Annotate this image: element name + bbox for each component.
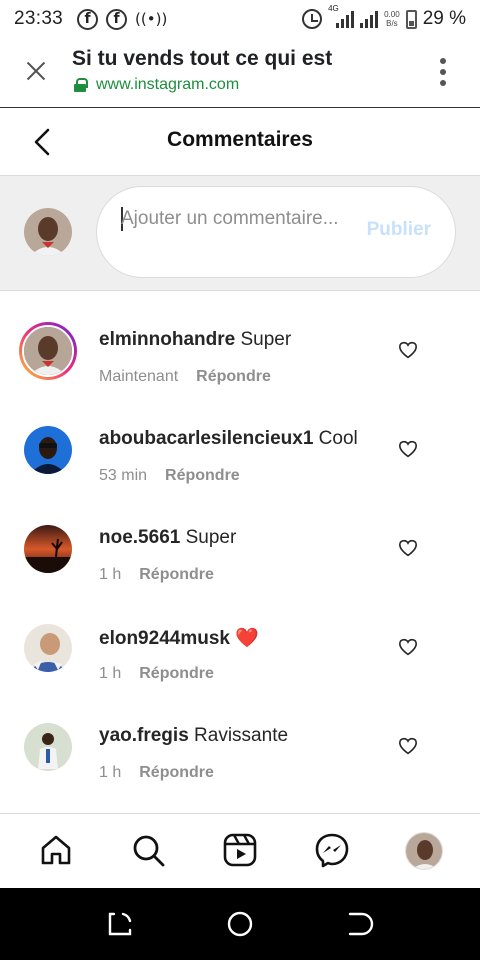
comment-meta: 1 h Répondre [99, 764, 214, 782]
comment-meta: Maintenant Répondre [99, 368, 271, 386]
comment-text: noe.5661 Super [99, 527, 236, 549]
close-icon[interactable] [24, 59, 48, 83]
messenger-icon[interactable] [314, 832, 350, 868]
comment-avatar[interactable] [24, 426, 72, 474]
comment-text: elminnohandre Super [99, 329, 291, 351]
comment-meta: 1 h Répondre [99, 566, 214, 584]
comment-body: Super [240, 329, 292, 350]
facebook-notification-icon: f [106, 8, 128, 30]
home-circle-icon[interactable] [226, 910, 254, 938]
comment-time: 1 h [99, 665, 122, 682]
comment-body: Super [185, 527, 237, 548]
like-heart-icon[interactable] [398, 539, 418, 557]
network-type: 4G [328, 4, 339, 13]
browser-toolbar: Si tu vends tout ce qui est www.instagra… [0, 38, 480, 108]
comment-username[interactable]: aboubacarlesilencieux1 [99, 428, 313, 449]
profile-avatar[interactable] [405, 832, 443, 870]
signal-4g-icon: 4G [328, 4, 355, 28]
comment-item: aboubacarlesilencieux1 Cool 53 min Répond… [0, 391, 480, 490]
broadcast-icon: ((•)) [135, 10, 168, 28]
comment-input[interactable]: Ajouter un commentaire... Publier [96, 186, 456, 278]
comment-username[interactable]: elminnohandre [99, 329, 235, 350]
reels-icon[interactable] [222, 832, 258, 868]
comment-composer: Ajouter un commentaire... Publier [0, 176, 480, 291]
like-heart-icon[interactable] [398, 737, 418, 755]
comment-body: ❤️ [235, 628, 259, 649]
page-title: Si tu vends tout ce qui est [72, 47, 333, 70]
comment-item: elminnohandre Super Maintenant Répondre [0, 292, 480, 391]
signal-icon [360, 10, 379, 28]
lock-icon [74, 78, 88, 92]
comment-placeholder: Ajouter un commentaire... [121, 208, 339, 229]
reply-button[interactable]: Répondre [165, 467, 240, 485]
comment-time: Maintenant [99, 368, 179, 385]
status-time: 23:33 [14, 8, 64, 29]
system-icons: 4G 0.00 B/s 29 % [302, 4, 466, 30]
status-bar: 23:33 f f ((•)) 4G 0.00 B/s 29 % [0, 0, 480, 38]
comment-username[interactable]: yao.fregis [99, 725, 189, 746]
comment-time: 1 h [99, 764, 122, 781]
man-standing-avatar-icon [24, 723, 72, 771]
comment-body: Cool [318, 428, 358, 449]
sunset-tree-avatar-icon [24, 525, 72, 573]
home-icon[interactable] [38, 832, 74, 868]
speed-value: 0.00 [384, 10, 400, 19]
publish-button[interactable]: Publier [367, 219, 431, 241]
url-text: www.instagram.com [96, 76, 240, 93]
more-options-icon[interactable] [440, 58, 446, 86]
reply-button[interactable]: Répondre [139, 665, 214, 683]
man-selfie-avatar-icon [24, 624, 72, 672]
back-system-icon[interactable] [346, 910, 374, 938]
comment-username[interactable]: elon9244musk [99, 628, 230, 649]
comment-item: elon9244musk ❤️ 1 h Répondre [0, 589, 480, 688]
battery-icon [405, 9, 417, 29]
comment-avatar[interactable] [24, 624, 72, 672]
comment-text: elon9244musk ❤️ [99, 626, 259, 650]
notification-icons: f f ((•)) [77, 8, 168, 30]
comment-time: 53 min [99, 467, 148, 484]
comment-text: yao.fregis Ravissante [99, 725, 288, 747]
comment-item: yao.fregis Ravissante 1 h Répondre [0, 688, 480, 787]
comment-meta: 1 h Répondre [99, 665, 214, 683]
battery-level: 29 % [422, 8, 466, 29]
comment-meta: 53 min Répondre [99, 467, 240, 485]
facebook-notification-icon: f [77, 8, 99, 30]
speed-unit: B/s [386, 19, 398, 28]
current-user-avatar [24, 208, 72, 256]
comment-username[interactable]: noe.5661 [99, 527, 180, 548]
like-heart-icon[interactable] [398, 638, 418, 656]
reply-button[interactable]: Répondre [139, 566, 214, 584]
url-row[interactable]: www.instagram.com [74, 76, 239, 94]
comment-body: Ravissante [194, 725, 289, 746]
comment-text: aboubacarlesilencieux1 Cool [99, 428, 358, 450]
comments-header: Commentaires [0, 108, 480, 176]
reply-button[interactable]: Répondre [196, 368, 271, 386]
system-navigation-bar [0, 888, 480, 960]
man-sunglasses-avatar-icon [24, 426, 72, 474]
comment-time: 1 h [99, 566, 122, 583]
reply-button[interactable]: Répondre [139, 764, 214, 782]
comment-avatar-story-ring[interactable] [19, 322, 77, 380]
search-icon[interactable] [130, 832, 166, 868]
alarm-icon [302, 9, 323, 29]
man-portrait-avatar-icon [24, 327, 72, 375]
recent-apps-icon[interactable] [106, 910, 134, 938]
comment-item: noe.5661 Super 1 h Répondre [0, 490, 480, 589]
like-heart-icon[interactable] [398, 440, 418, 458]
network-speed: 0.00 B/s [384, 10, 400, 28]
comment-avatar[interactable] [24, 723, 72, 771]
like-heart-icon[interactable] [398, 341, 418, 359]
comment-avatar[interactable] [24, 525, 72, 573]
header-title: Commentaires [167, 128, 313, 151]
bottom-navigation [0, 813, 480, 888]
